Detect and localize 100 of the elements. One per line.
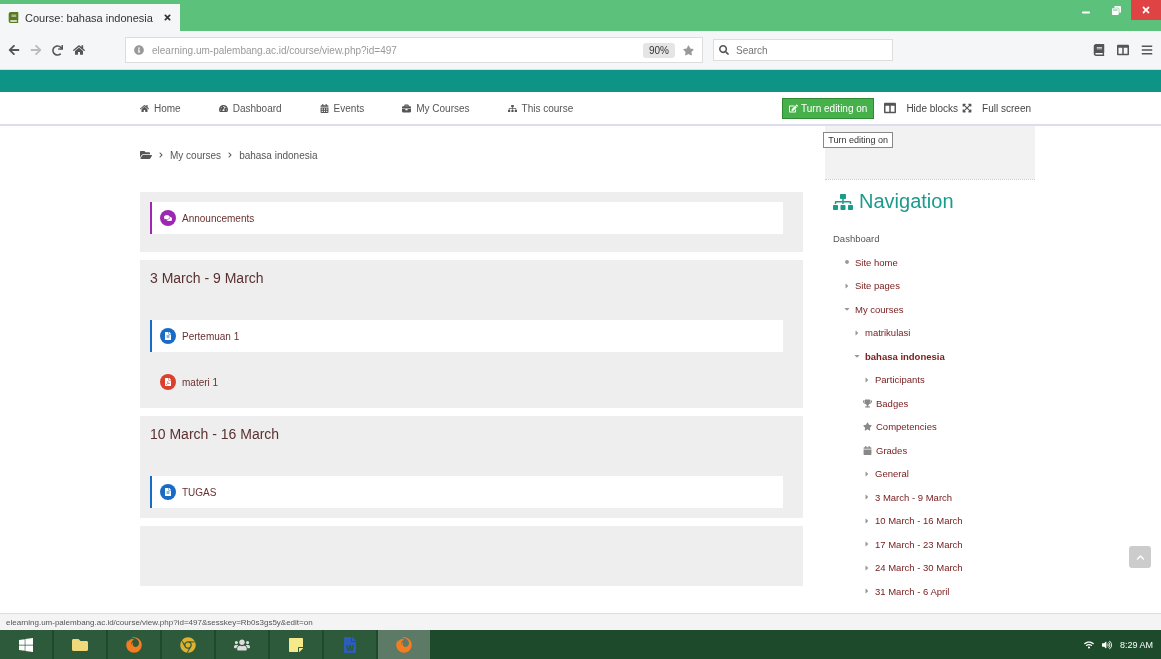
block-title: Navigation bbox=[859, 190, 954, 213]
caret-right-icon[interactable] bbox=[863, 540, 871, 549]
activity-item[interactable]: TUGAS bbox=[150, 476, 783, 508]
nav-tree-item[interactable]: Dashboard bbox=[833, 233, 880, 245]
site-icon bbox=[8, 12, 19, 23]
chevron-up-icon bbox=[1135, 552, 1145, 562]
start-button[interactable] bbox=[0, 630, 52, 659]
home-icon[interactable] bbox=[73, 44, 85, 56]
activity-link[interactable]: Pertemuan 1 bbox=[182, 330, 240, 342]
activity-item[interactable]: materi 1 bbox=[150, 366, 783, 398]
folder-icon bbox=[72, 636, 88, 653]
forum-icon bbox=[160, 210, 176, 226]
home-icon bbox=[140, 103, 149, 113]
search-field[interactable]: Search bbox=[713, 39, 893, 61]
nav-tree-item[interactable]: 17 March - 23 March bbox=[875, 538, 963, 550]
assign-icon bbox=[160, 484, 176, 500]
section-title: 3 March - 9 March bbox=[150, 270, 265, 288]
close-button[interactable] bbox=[1131, 0, 1161, 20]
info-icon[interactable] bbox=[134, 45, 144, 55]
briefcase-icon bbox=[402, 103, 412, 113]
hide-blocks-link[interactable]: Hide blocks bbox=[906, 102, 959, 114]
browser-tab[interactable]: Course: bahasa indonesia bbox=[0, 4, 180, 31]
nav-tree-item[interactable]: matrikulasi bbox=[865, 327, 911, 339]
address-bar[interactable]: elearning.um-palembang.ac.id/course/view.php?id=497 90% bbox=[125, 37, 703, 63]
nav-link[interactable]: My Courses bbox=[402, 102, 470, 114]
nav-link[interactable]: Dashboard bbox=[218, 102, 282, 114]
close-icon[interactable] bbox=[163, 13, 172, 22]
chrome-icon bbox=[180, 636, 196, 653]
activity-link[interactable]: Announcements bbox=[182, 212, 255, 224]
activity-link[interactable]: materi 1 bbox=[182, 376, 219, 388]
taskbar-app[interactable] bbox=[270, 630, 322, 659]
url-text: elearning.um-palembang.ac.id/course/view.php?id=497 bbox=[152, 44, 398, 56]
nav-tree-item[interactable]: 24 March - 30 March bbox=[875, 562, 963, 574]
bullet-icon bbox=[845, 260, 849, 265]
competencies-icon bbox=[863, 422, 872, 432]
sitemap-icon bbox=[833, 191, 853, 212]
nav-link[interactable]: Events bbox=[319, 102, 365, 114]
badges-icon bbox=[863, 398, 872, 408]
scroll-top-button[interactable] bbox=[1129, 546, 1151, 568]
caret-right-icon[interactable] bbox=[863, 516, 871, 525]
nav-tree-item[interactable]: Site home bbox=[855, 256, 898, 268]
nav-tree-item[interactable]: Site pages bbox=[855, 280, 900, 292]
zoom-level[interactable]: 90% bbox=[643, 42, 675, 58]
activity-item[interactable]: Pertemuan 1 bbox=[150, 320, 783, 352]
nav-tree-item[interactable]: General bbox=[875, 468, 909, 480]
full-screen-link[interactable]: Full screen bbox=[982, 102, 1031, 114]
nav-link[interactable]: This course bbox=[507, 102, 574, 114]
nav-tree-item[interactable]: Participants bbox=[875, 374, 925, 386]
folder-icon bbox=[140, 149, 152, 161]
blocks-icon bbox=[884, 102, 897, 114]
taskbar-app[interactable] bbox=[162, 630, 214, 659]
caret-right-icon[interactable] bbox=[863, 587, 871, 596]
network-icon[interactable] bbox=[1083, 639, 1094, 650]
chevron-icon bbox=[227, 152, 234, 158]
calendar-icon bbox=[319, 103, 329, 113]
nav-tree-item[interactable]: My courses bbox=[855, 303, 904, 315]
forward-icon[interactable] bbox=[30, 44, 42, 56]
grades-icon bbox=[863, 445, 872, 455]
sidebar-icon[interactable] bbox=[1117, 44, 1129, 56]
status-url: elearning.um-palembang.ac.id/course/view.php?id=497&sesskey=Rb0s3gs5y&edit=on bbox=[0, 613, 1161, 630]
tooltip: Turn editing on bbox=[823, 132, 893, 148]
breadcrumb-link[interactable]: bahasa indonesia bbox=[239, 149, 318, 161]
notes-icon bbox=[288, 636, 304, 653]
caret-right-icon[interactable] bbox=[863, 375, 871, 384]
gauge-icon bbox=[218, 103, 228, 113]
breadcrumb-link[interactable]: My courses bbox=[170, 149, 222, 161]
nav-link[interactable]: Home bbox=[140, 102, 181, 114]
clock[interactable]: 8:29 AM bbox=[1111, 639, 1161, 650]
nav-tree-item[interactable]: Competencies bbox=[876, 421, 937, 433]
caret-right-icon[interactable] bbox=[863, 563, 871, 572]
edit-icon bbox=[789, 103, 799, 113]
section-title: 10 March - 16 March bbox=[150, 426, 281, 444]
windows-icon bbox=[18, 636, 34, 653]
caret-right-icon[interactable] bbox=[853, 328, 861, 337]
menu-icon[interactable] bbox=[1141, 44, 1153, 56]
firefox-icon bbox=[396, 636, 412, 653]
caret-right-icon[interactable] bbox=[843, 281, 851, 290]
taskbar-app[interactable] bbox=[54, 630, 106, 659]
nav-tree-item[interactable]: bahasa indonesia bbox=[865, 350, 945, 362]
nav-tree-item[interactable]: Grades bbox=[876, 444, 908, 456]
sitemap-icon bbox=[507, 103, 517, 113]
back-icon[interactable] bbox=[8, 44, 20, 56]
restore-icon bbox=[1111, 5, 1121, 15]
assign-icon bbox=[160, 328, 176, 344]
nav-tree-item[interactable]: 3 March - 9 March bbox=[875, 491, 953, 503]
taskbar-app[interactable] bbox=[108, 630, 160, 659]
star-icon[interactable] bbox=[683, 44, 694, 56]
nav-tree-item[interactable]: 10 March - 16 March bbox=[875, 515, 963, 527]
library-icon[interactable] bbox=[1093, 44, 1105, 56]
nav-tree-item[interactable]: Badges bbox=[876, 397, 909, 409]
chevron-icon bbox=[158, 152, 164, 158]
reload-icon[interactable] bbox=[52, 44, 63, 56]
caret-right-icon[interactable] bbox=[863, 493, 871, 502]
volume-icon[interactable] bbox=[1101, 639, 1112, 650]
nav-tree-item[interactable]: 31 March - 6 April bbox=[875, 585, 950, 597]
taskbar-app[interactable] bbox=[216, 630, 268, 659]
activity-item[interactable]: Announcements bbox=[150, 202, 783, 234]
resource-icon bbox=[160, 374, 176, 390]
activity-link[interactable]: TUGAS bbox=[182, 486, 217, 498]
caret-right-icon[interactable] bbox=[863, 469, 871, 478]
